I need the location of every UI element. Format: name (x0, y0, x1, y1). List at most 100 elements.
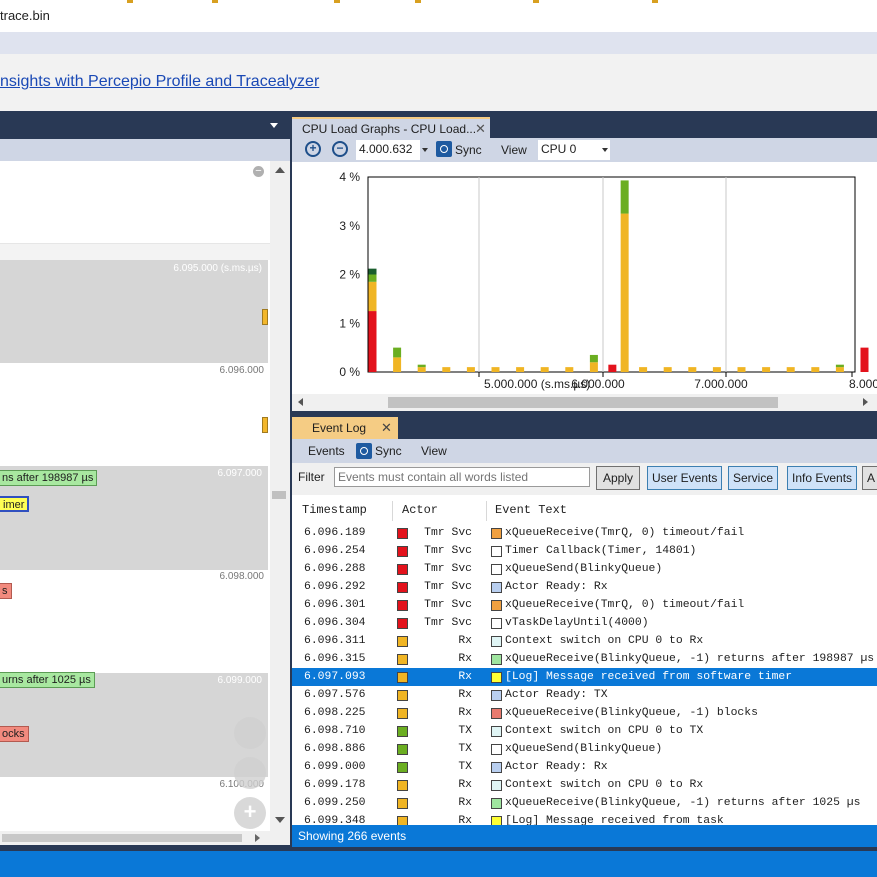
event-label[interactable]: urns after 1025 µs (0, 672, 95, 688)
bar-segment[interactable] (417, 367, 426, 372)
bar-segment[interactable] (466, 367, 475, 372)
chart-scrollbar[interactable] (292, 394, 877, 411)
zoom-out-icon[interactable]: − (332, 141, 348, 157)
event-marker[interactable] (262, 309, 268, 325)
bar-segment[interactable] (663, 367, 672, 372)
bar-segment[interactable] (688, 367, 697, 372)
filter-input[interactable] (334, 467, 590, 487)
apply-button[interactable]: Apply (596, 466, 640, 490)
column-separator[interactable] (392, 501, 393, 521)
bar-segment[interactable] (620, 213, 629, 372)
column-header-event-text[interactable]: Event Text (495, 503, 567, 517)
table-row[interactable]: 6.098.710 TX Context switch on CPU 0 to TX (292, 722, 877, 740)
table-row[interactable]: 6.099.000 TX Actor Ready: Rx (292, 758, 877, 776)
bar-segment[interactable] (811, 367, 820, 372)
chevron-down-icon[interactable] (422, 148, 428, 152)
scroll-right-icon[interactable] (255, 834, 260, 842)
scroll-thumb[interactable] (388, 397, 778, 408)
scroll-thumb[interactable] (272, 491, 286, 499)
table-row[interactable]: 6.096.311 Rx Context switch on CPU 0 to Rx (292, 632, 877, 650)
bar-segment[interactable] (762, 367, 771, 372)
scroll-left-icon[interactable] (298, 398, 303, 406)
event-marker[interactable] (262, 417, 268, 433)
column-separator[interactable] (486, 501, 487, 521)
table-row[interactable]: 6.098.886 TX xQueueSend(BlinkyQueue) (292, 740, 877, 758)
tab-cpu-load-graphs[interactable]: CPU Load Graphs - CPU Load... ✕ (292, 117, 490, 138)
sync-button[interactable]: Sync (375, 444, 402, 458)
scroll-right-icon[interactable] (863, 398, 868, 406)
more-button[interactable]: A (862, 466, 877, 490)
event-label[interactable]: ocks (0, 726, 29, 742)
table-row[interactable]: 6.096.189 Tmr Svc xQueueReceive(TmrQ, 0) t… (292, 524, 877, 542)
service-button[interactable]: Service (728, 466, 779, 490)
table-row[interactable]: 6.096.315 Rx xQueueReceive(BlinkyQueue, -1… (292, 650, 877, 668)
table-row[interactable]: 6.097.576 Rx Actor Ready: TX (292, 686, 877, 704)
bar-segment[interactable] (442, 367, 451, 372)
tab-event-log[interactable]: Event Log ✕ (292, 417, 398, 439)
table-row[interactable]: 6.096.304 Tmr Svc vTaskDelayUntil(4000) (292, 614, 877, 632)
bar-segment[interactable] (589, 362, 598, 372)
column-header-actor[interactable]: Actor (402, 503, 438, 517)
trace-view[interactable]: 6.095.000 (s.ms.µs) 6.096.000 6.097.000 … (0, 161, 270, 831)
bar-segment[interactable] (835, 364, 844, 368)
zoom-control-button[interactable] (234, 717, 266, 749)
view-menu[interactable]: View (421, 444, 447, 458)
bar-segment[interactable] (608, 364, 617, 372)
bar-segment[interactable] (737, 367, 746, 372)
bar-segment[interactable] (712, 367, 721, 372)
cpu-load-chart[interactable]: 4 % 3 % 2 % 1 % 0 % 5.000.000 (s.ms.µs) 6.000… (292, 162, 877, 394)
bar-segment[interactable] (393, 347, 402, 358)
table-row[interactable]: 6.096.292 Tmr Svc Actor Ready: Rx (292, 578, 877, 596)
event-label[interactable]: s (0, 583, 12, 599)
cpu-select[interactable]: CPU 0 (538, 140, 610, 160)
zoom-control-button[interactable] (234, 757, 266, 789)
bar-segment[interactable] (620, 180, 629, 214)
table-row[interactable]: 6.096.288 Tmr Svc xQueueSend(BlinkyQueue) (292, 560, 877, 578)
scroll-down-icon[interactable] (275, 817, 285, 823)
bar-segment[interactable] (639, 367, 648, 372)
column-header-timestamp[interactable]: Timestamp (302, 503, 367, 517)
zoom-level-field[interactable]: 4.000.632 (356, 140, 420, 160)
bar-segment[interactable] (565, 367, 574, 372)
bar-segment[interactable] (589, 354, 598, 363)
user-events-button[interactable]: User Events (647, 466, 723, 490)
vertical-scrollbar[interactable] (270, 161, 290, 831)
bar-segment[interactable] (393, 357, 402, 372)
bar-segment[interactable] (417, 364, 426, 368)
table-row[interactable]: 6.099.348 Rx [Log] Message received from t… (292, 812, 877, 825)
sync-icon[interactable] (356, 443, 372, 459)
bar-segment[interactable] (368, 311, 377, 372)
bar-segment[interactable] (540, 367, 549, 372)
bar-segment[interactable] (786, 367, 795, 372)
bar-segment[interactable] (835, 367, 844, 372)
table-row[interactable]: 6.098.225 Rx xQueueReceive(BlinkyQueue, -1… (292, 704, 877, 722)
view-menu[interactable]: View (501, 143, 527, 157)
sync-icon[interactable] (436, 141, 452, 157)
bar-segment[interactable] (491, 367, 500, 372)
info-events-button[interactable]: Info Events (787, 466, 858, 490)
banner-link[interactable]: nsights with Percepio Profile and Tracea… (0, 73, 319, 91)
table-row[interactable]: 6.096.254 Tmr Svc Timer Callback(Timer, 14… (292, 542, 877, 560)
bar-segment[interactable] (368, 281, 377, 312)
bar-segment[interactable] (368, 274, 377, 282)
table-row[interactable]: 6.099.178 Rx Context switch on CPU 0 to Rx (292, 776, 877, 794)
close-icon[interactable]: ✕ (381, 420, 392, 436)
chevron-down-icon[interactable] (270, 123, 278, 128)
close-icon[interactable]: ✕ (475, 121, 486, 137)
bar-segment[interactable] (368, 268, 377, 275)
horizontal-scrollbar[interactable] (0, 831, 290, 845)
scroll-thumb[interactable] (2, 834, 242, 842)
table-row[interactable]: 6.099.250 Rx xQueueReceive(BlinkyQueue, -1… (292, 794, 877, 812)
event-label[interactable]: ns after 198987 µs (0, 470, 98, 486)
table-row[interactable]: 6.096.301 Tmr Svc xQueueReceive(TmrQ, 0) t… (292, 596, 877, 614)
events-menu[interactable]: Events (308, 444, 345, 458)
bar-segment[interactable] (516, 367, 525, 372)
table-row[interactable]: 6.097.093 Rx [Log] Message received from s… (292, 668, 877, 686)
event-table[interactable]: Timestamp Actor Event Text 6.096.189 Tmr … (292, 495, 877, 825)
chevron-down-icon[interactable] (602, 148, 608, 152)
sync-button[interactable]: Sync (455, 143, 482, 157)
zoom-in-icon[interactable]: + (305, 141, 321, 157)
collapse-icon[interactable]: − (253, 166, 264, 177)
bar-segment[interactable] (860, 347, 869, 372)
add-button[interactable]: + (234, 797, 266, 829)
